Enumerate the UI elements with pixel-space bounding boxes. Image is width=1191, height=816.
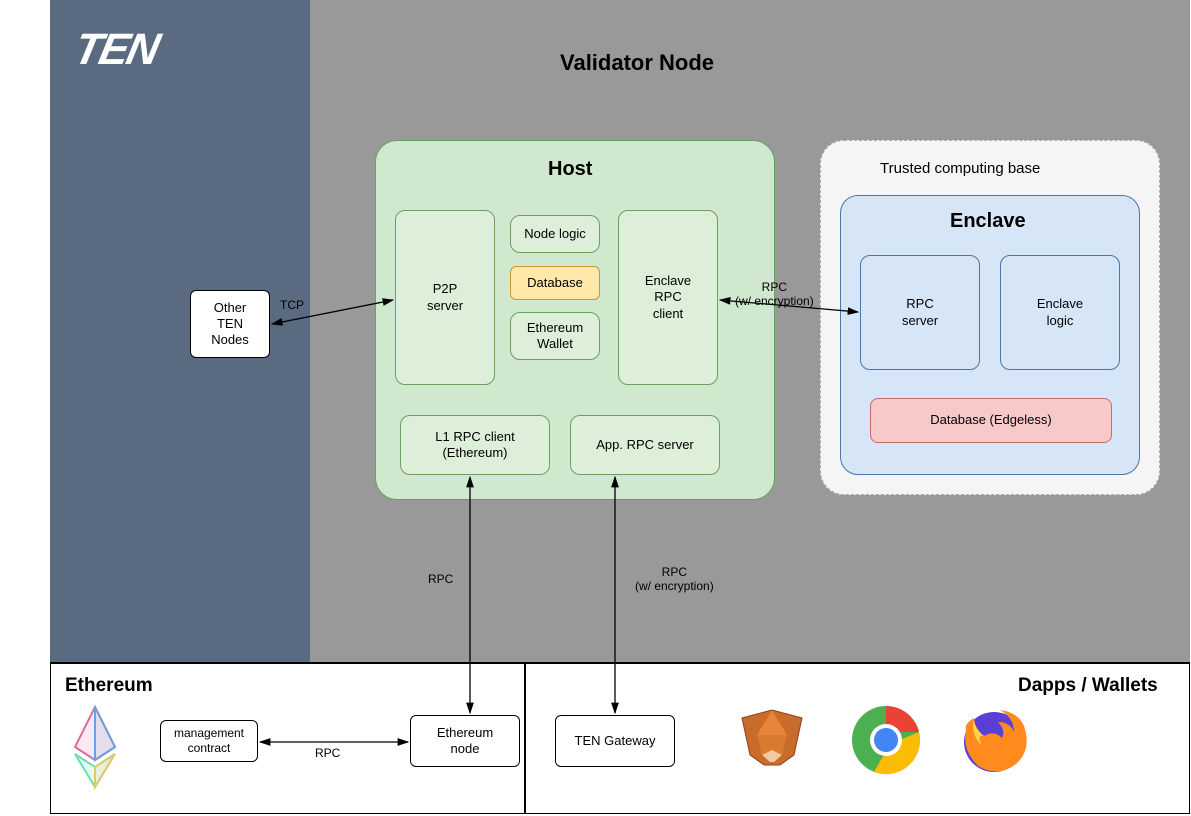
- ethereum-icon: [65, 702, 125, 792]
- app-rpc-server: App. RPC server: [570, 415, 720, 475]
- enclave-rpc-client: Enclave RPC client: [618, 210, 718, 385]
- metamask-icon: [732, 700, 812, 780]
- enclave-title: Enclave: [950, 210, 1026, 233]
- label-rpc-1: RPC: [428, 572, 453, 586]
- edgeless-database: Database (Edgeless): [870, 398, 1112, 443]
- host-title: Host: [548, 158, 592, 181]
- label-tcp: TCP: [280, 298, 304, 312]
- host-database: Database: [510, 266, 600, 300]
- validator-title: Validator Node: [560, 50, 714, 76]
- enclave-logic: Enclave logic: [1000, 255, 1120, 370]
- rpc-server: RPC server: [860, 255, 980, 370]
- chrome-icon: [846, 700, 926, 780]
- p2p-server: P2P server: [395, 210, 495, 385]
- ten-logo: TEN: [70, 25, 163, 75]
- label-rpc-encryption-2: RPC (w/ encryption): [635, 565, 714, 593]
- ethereum-wallet: Ethereum Wallet: [510, 312, 600, 360]
- tcb-title: Trusted computing base: [880, 160, 1040, 177]
- ten-gateway: TEN Gateway: [555, 715, 675, 767]
- l1-rpc-client: L1 RPC client (Ethereum): [400, 415, 550, 475]
- node-logic: Node logic: [510, 215, 600, 253]
- other-ten-nodes: Other TEN Nodes: [190, 290, 270, 358]
- sidebar-panel: [50, 0, 310, 662]
- firefox-icon: [954, 700, 1034, 780]
- dapps-section-title: Dapps / Wallets: [1018, 675, 1158, 697]
- ethereum-section-title: Ethereum: [65, 675, 153, 697]
- ethereum-node: Ethereum node: [410, 715, 520, 767]
- management-contract: management contract: [160, 720, 258, 762]
- label-rpc-encryption-1: RPC (w/ encryption): [735, 280, 814, 308]
- label-rpc-2: RPC: [315, 746, 340, 760]
